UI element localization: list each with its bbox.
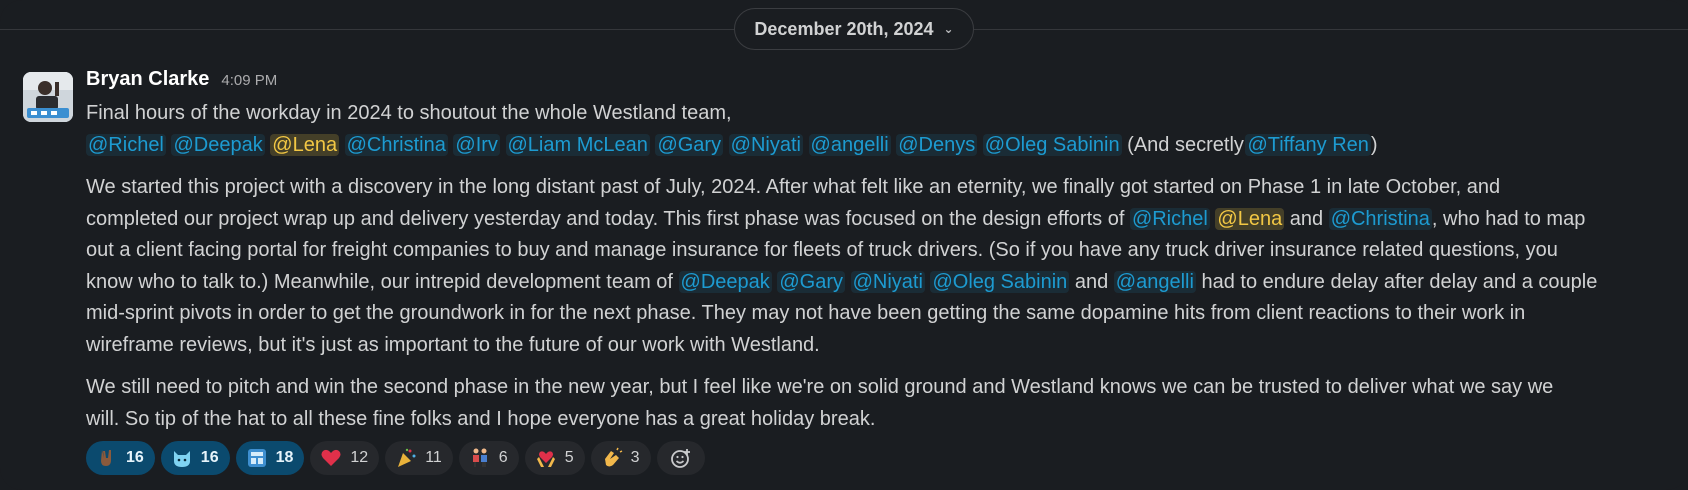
message-intro: Final hours of the workday in 2024 to sh…	[86, 102, 732, 124]
p1-line-4: know who to talk to.) Meanwhile, our int…	[86, 267, 1680, 299]
reaction-heart-hands[interactable]: 5	[524, 441, 585, 475]
p1-line-2: completed our project wrap up and delive…	[86, 204, 1680, 236]
author-name[interactable]: Bryan Clarke	[86, 68, 209, 91]
date-label: December 20th, 2024	[754, 18, 934, 39]
date-divider-button[interactable]: December 20th, 2024 ⌄	[734, 8, 974, 50]
reaction-count: 3	[630, 449, 640, 466]
mention-niyati[interactable]: @Niyati	[728, 133, 803, 156]
heart-hands-icon	[535, 447, 557, 469]
reaction-dancers[interactable]: 6	[458, 441, 519, 475]
mention-angelli[interactable]: @angelli	[808, 133, 891, 156]
message-pane: December 20th, 2024 ⌄ Bryan Clarke 4:09 …	[0, 0, 1688, 490]
mention-niyati-inline[interactable]: @Niyati	[850, 270, 925, 293]
cat-face-icon	[171, 447, 193, 469]
mention-christina[interactable]: @Christina	[344, 133, 448, 156]
message: Bryan Clarke 4:09 PM Final hours of the …	[86, 68, 1680, 475]
p1-line-5: mid-sprint pivots in order to get the gr…	[86, 302, 1526, 324]
mention-angelli-inline[interactable]: @angelli	[1113, 270, 1196, 293]
mention-deepak[interactable]: @Deepak	[171, 133, 265, 156]
reaction-count: 6	[498, 449, 508, 466]
reaction-rock-on[interactable]: 16	[86, 441, 155, 475]
p1-line-6: wireframe reviews, but it's just as impo…	[86, 333, 820, 356]
paragraph-2: We still need to pitch and win the secon…	[86, 372, 1680, 435]
reaction-count: 11	[425, 449, 442, 466]
reaction-count: 16	[126, 449, 144, 466]
party-popper-icon	[395, 447, 417, 469]
reaction-count: 5	[564, 449, 574, 466]
people-dancing-icon	[469, 447, 491, 469]
reaction-count: 18	[275, 449, 294, 466]
chevron-down-icon: ⌄	[943, 22, 954, 36]
mention-gary-inline[interactable]: @Gary	[777, 270, 846, 293]
custom-app-icon	[246, 447, 268, 469]
mention-oleg-sabinin-inline[interactable]: @Oleg Sabinin	[930, 270, 1070, 293]
p2-line-2: will. So tip of the hat to all these fin…	[86, 407, 876, 430]
mention-lena-inline[interactable]: @Lena	[1215, 207, 1285, 230]
mention-gary[interactable]: @Gary	[655, 133, 724, 156]
mention-tiffany-ren[interactable]: @Tiffany Ren	[1245, 133, 1371, 156]
p1-line-2-and: and	[1289, 207, 1324, 230]
mention-richel-inline[interactable]: @Richel	[1129, 207, 1210, 230]
reactions-bar: 16 16 18 12 11 6 5 3	[86, 441, 1680, 475]
reaction-custom[interactable]: 18	[235, 441, 305, 475]
add-emoji-icon	[670, 447, 692, 469]
mention-denys[interactable]: @Denys	[896, 133, 978, 156]
p1-line-3: out a client facing portal for freight c…	[86, 239, 1558, 261]
mention-line: @Richel @Deepak @Lena @Christina @Irv @L…	[86, 130, 1680, 162]
mention-richel[interactable]: @Richel	[86, 133, 166, 156]
mention-liam-mclean[interactable]: @Liam McLean	[505, 133, 650, 156]
p1-line-4-text: know who to talk to.) Meanwhile, our int…	[86, 270, 673, 293]
reaction-cat[interactable]: 16	[160, 441, 230, 475]
reaction-count: 16	[200, 449, 219, 466]
p1-line-1: We started this project with a discovery…	[86, 176, 1501, 198]
add-reaction-button[interactable]	[656, 441, 705, 475]
secret-prefix: (And secretly	[1127, 133, 1244, 156]
reaction-heart[interactable]: 12	[310, 441, 380, 475]
mention-lena[interactable]: @Lena	[270, 133, 340, 156]
red-heart-icon	[320, 447, 342, 469]
p1-line-4-tail: had to endure delay after delay and a co…	[1201, 270, 1598, 293]
reaction-party[interactable]: 11	[385, 441, 453, 475]
p1-line-2-text: completed our project wrap up and delive…	[86, 207, 1125, 230]
mention-irv[interactable]: @Irv	[453, 133, 500, 156]
secret-suffix: )	[1370, 133, 1378, 156]
p1-line-2-tail: , who had to map	[1431, 207, 1586, 230]
p2-line-1: We still need to pitch and win the secon…	[86, 376, 1554, 398]
avatar[interactable]	[23, 72, 73, 122]
mention-deepak-inline[interactable]: @Deepak	[678, 270, 772, 293]
reaction-clap[interactable]: 3	[590, 441, 651, 475]
rock-on-hand-icon	[96, 447, 118, 469]
mention-oleg-sabinin[interactable]: @Oleg Sabinin	[982, 133, 1122, 156]
clap-hands-icon	[601, 447, 623, 469]
reaction-count: 12	[350, 449, 369, 466]
paragraph-1: We started this project with a discovery…	[86, 172, 1680, 361]
p1-line-4-and: and	[1074, 270, 1109, 293]
mention-christina-inline[interactable]: @Christina	[1328, 207, 1432, 230]
message-timestamp[interactable]: 4:09 PM	[221, 72, 277, 89]
